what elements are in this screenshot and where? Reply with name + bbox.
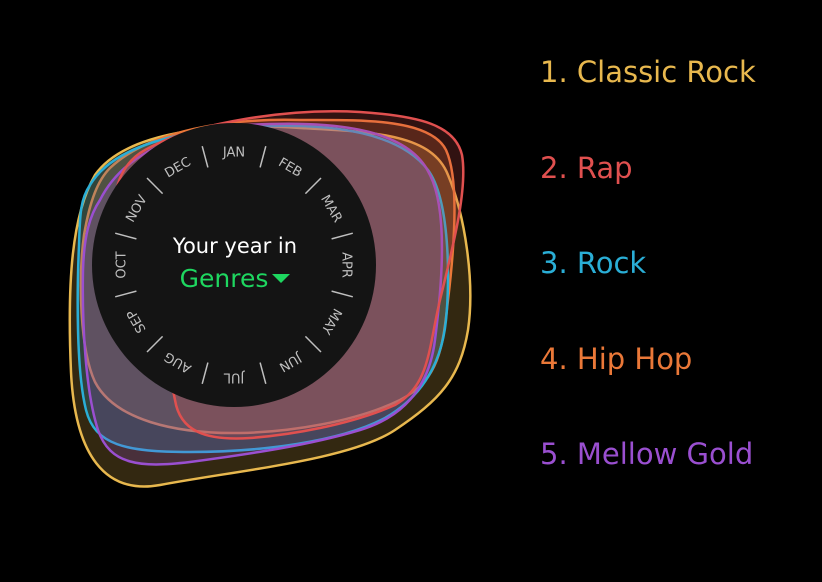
- legend-rank: 5.: [540, 437, 568, 471]
- genres-dropdown[interactable]: Genres: [160, 261, 310, 297]
- legend-name: Rock: [576, 246, 647, 280]
- month-label-oct: OCT: [115, 251, 130, 278]
- legend-name: Mellow Gold: [576, 437, 754, 471]
- legend-name: Rap: [576, 150, 633, 185]
- legend-item-1: 1. Classic Rock: [540, 48, 810, 144]
- caret-down-icon: [272, 273, 291, 283]
- title-line: Your year in: [172, 234, 298, 258]
- legend-item-4: 4. Hip Hop: [540, 335, 810, 431]
- legend-name: Hip Hop: [576, 341, 693, 376]
- genres-label: Genres: [179, 264, 269, 293]
- legend-name: Classic Rock: [576, 55, 756, 89]
- genre-legend: 1. Classic Rock 2. Rap 3. Rock 4. Hip Ho…: [540, 48, 810, 526]
- legend-rank: 2.: [540, 150, 568, 185]
- legend-rank: 1.: [540, 55, 568, 89]
- legend-item-3: 3. Rock: [540, 239, 810, 335]
- month-label-apr: APR: [339, 252, 354, 278]
- title-block: Your year in Genres: [160, 231, 310, 297]
- month-label-jan: JAN: [222, 146, 245, 161]
- legend-rank: 3.: [540, 246, 568, 280]
- legend-item-2: 2. Rap: [540, 144, 810, 240]
- month-label-jul: JUL: [223, 370, 245, 385]
- legend-rank: 4.: [540, 341, 568, 376]
- legend-item-5: 5. Mellow Gold: [540, 430, 810, 526]
